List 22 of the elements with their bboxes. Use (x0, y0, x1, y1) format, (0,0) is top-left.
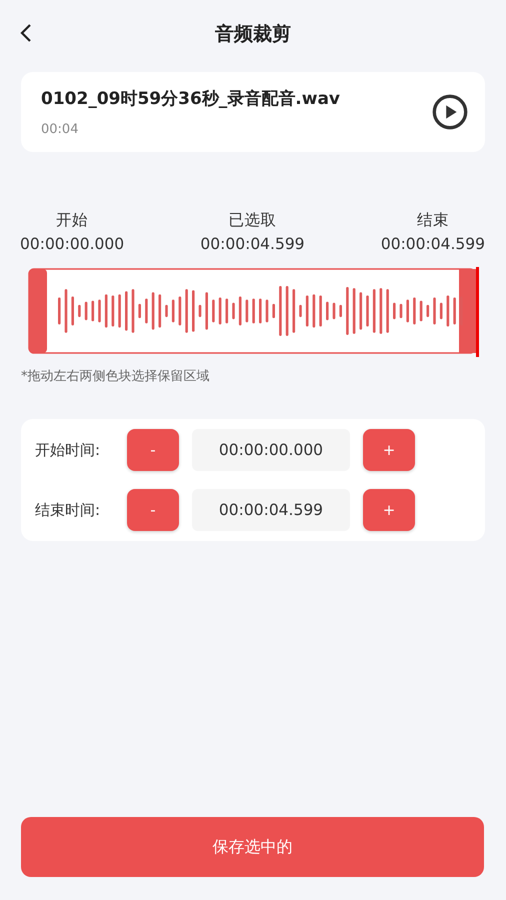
plus-button[interactable]: + (363, 429, 415, 471)
waveform-drawing[interactable] (28, 267, 480, 357)
page-title: 音频裁剪 (215, 22, 291, 47)
file-name: 0102_09时59分36秒_录音配音.wav (41, 88, 340, 110)
time-field[interactable]: 00:00:00.000 (192, 429, 350, 471)
time-value: 00:00:04.599 (200, 235, 305, 253)
minus-button[interactable]: - (127, 489, 179, 531)
save-button[interactable]: 保存选中的 (21, 817, 484, 877)
file-duration: 00:04 (41, 122, 80, 137)
play-icon[interactable] (431, 93, 469, 131)
time-label: 结束 (416, 210, 449, 231)
minus-button[interactable]: - (127, 429, 179, 471)
time-label: 开始时间: (35, 440, 102, 460)
time-field[interactable]: 00:00:04.599 (192, 489, 350, 531)
time-value: 00:00:04.599 (380, 235, 485, 253)
time-label: 开始 (56, 210, 88, 231)
back-icon[interactable] (20, 23, 32, 43)
time-value: 00:00:00.000 (20, 235, 124, 253)
plus-button[interactable]: + (363, 489, 415, 531)
time-label: 结束时间: (35, 500, 102, 520)
hint-text: *拖动左右两侧色块选择保留区域 (21, 368, 210, 385)
time-label: 已选取 (228, 210, 276, 231)
